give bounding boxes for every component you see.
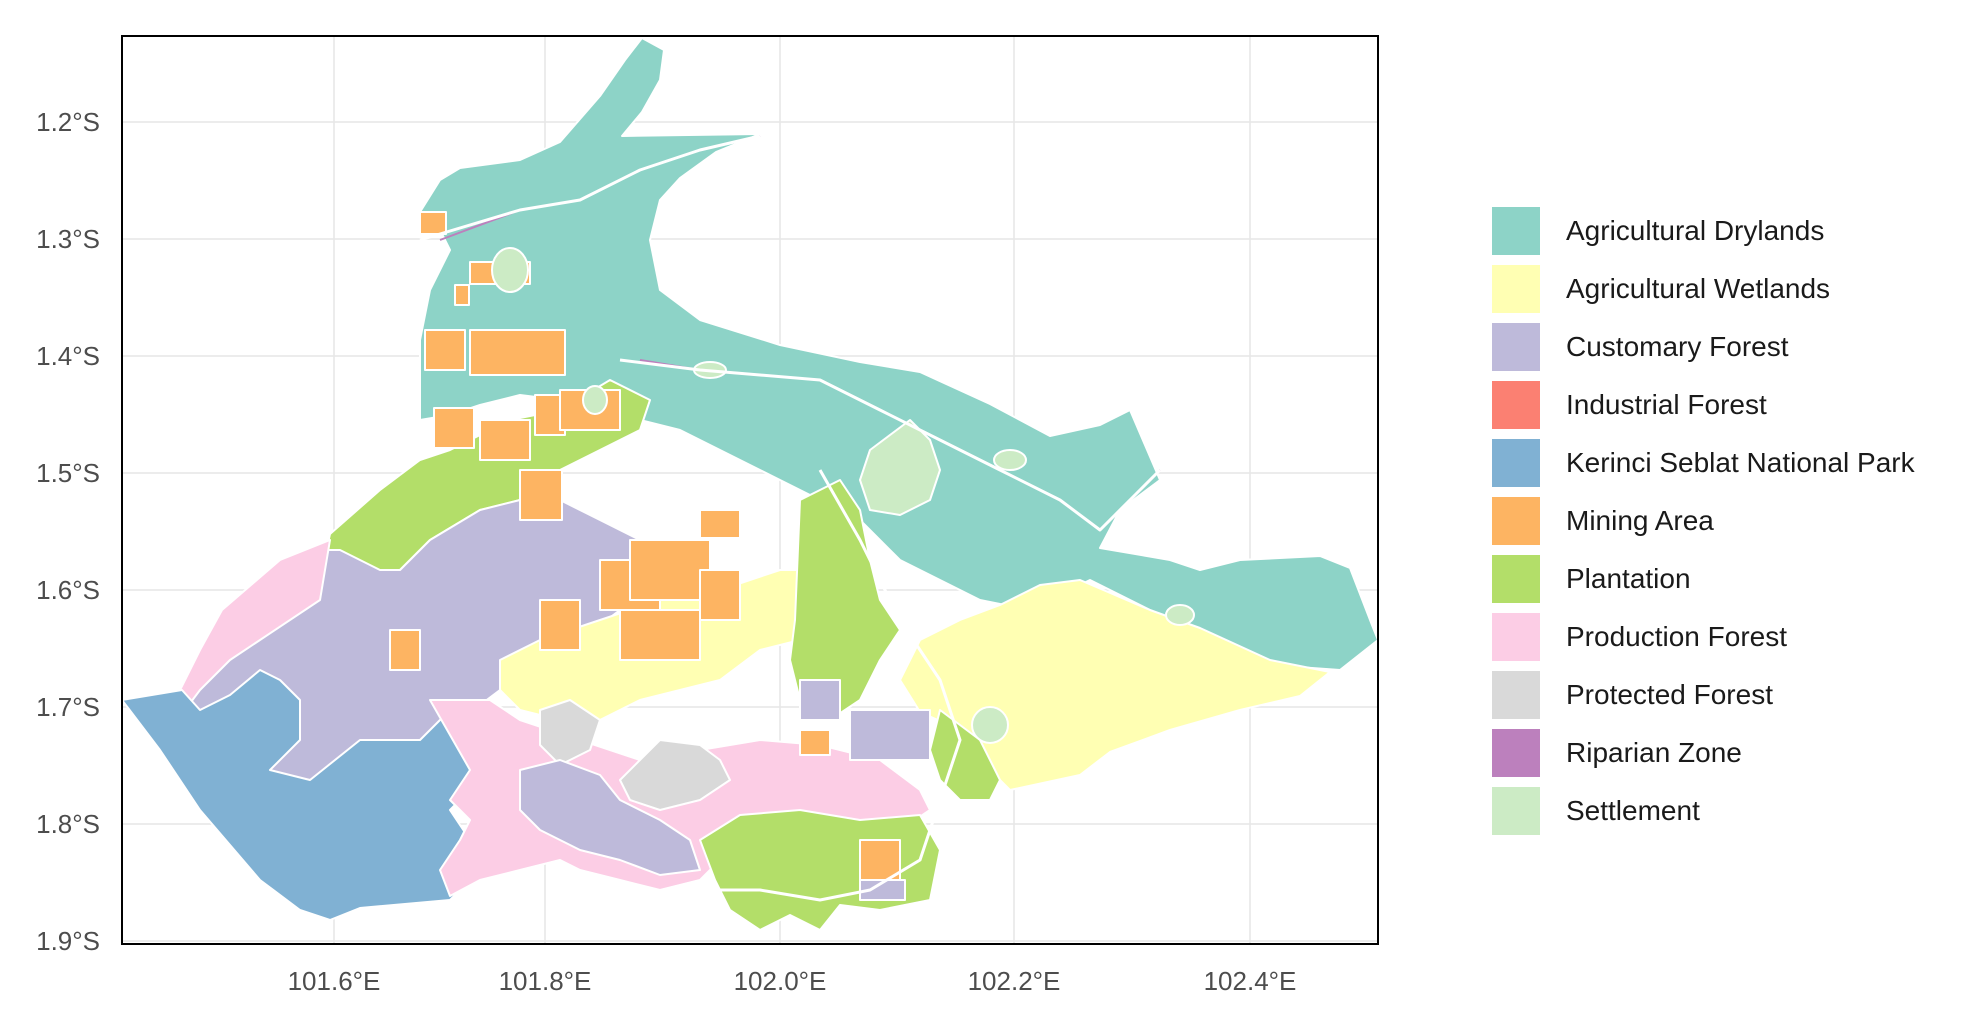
- y-tick-label: 1.4°S: [36, 341, 100, 371]
- x-tick-label: 102.0°E: [734, 966, 827, 996]
- legend-swatch: [1492, 265, 1540, 313]
- legend-label: Kerinci Seblat National Park: [1566, 447, 1915, 478]
- legend-label: Riparian Zone: [1566, 737, 1742, 768]
- x-tick-label: 102.4°E: [1204, 966, 1297, 996]
- legend-item: Kerinci Seblat National Park: [1492, 434, 1915, 492]
- legend-label: Customary Forest: [1566, 331, 1789, 362]
- x-tick-label: 101.8°E: [499, 966, 592, 996]
- legend-swatch: [1492, 323, 1540, 371]
- legend-item: Protected Forest: [1492, 666, 1915, 724]
- y-tick-label: 1.7°S: [36, 692, 100, 722]
- legend-item: Agricultural Wetlands: [1492, 260, 1915, 318]
- legend-swatch: [1492, 671, 1540, 719]
- y-tick-label: 1.3°S: [36, 224, 100, 254]
- customary-forest-fragment-2: [849, 709, 931, 761]
- land-use-polygons: [121, 37, 1379, 931]
- y-tick-label: 1.9°S: [36, 926, 100, 956]
- customary-forest-fragment-1: [799, 679, 841, 721]
- legend-item: Settlement: [1492, 782, 1915, 840]
- y-tick-label: 1.5°S: [36, 458, 100, 488]
- legend-swatch: [1492, 381, 1540, 429]
- y-tick-label: 1.6°S: [36, 575, 100, 605]
- legend-swatch: [1492, 787, 1540, 835]
- legend-swatch: [1492, 729, 1540, 777]
- y-axis: 1.2°S 1.3°S 1.4°S 1.5°S 1.6°S 1.7°S 1.8°…: [36, 107, 100, 956]
- legend-label: Protected Forest: [1566, 679, 1773, 710]
- legend-label: Industrial Forest: [1566, 389, 1767, 420]
- legend-swatch: [1492, 555, 1540, 603]
- y-tick-label: 1.8°S: [36, 809, 100, 839]
- x-tick-label: 101.6°E: [288, 966, 381, 996]
- legend-item: Riparian Zone: [1492, 724, 1915, 782]
- legend-label: Production Forest: [1566, 621, 1787, 652]
- legend-item: Production Forest: [1492, 608, 1915, 666]
- legend-item: Plantation: [1492, 550, 1915, 608]
- legend-swatch: [1492, 207, 1540, 255]
- legend-label: Settlement: [1566, 795, 1700, 826]
- legend-label: Agricultural Drylands: [1566, 215, 1825, 246]
- legend-item: Customary Forest: [1492, 318, 1915, 376]
- x-tick-label: 102.2°E: [968, 966, 1061, 996]
- legend-item: Mining Area: [1492, 492, 1915, 550]
- legend-swatch: [1492, 439, 1540, 487]
- legend-label: Plantation: [1566, 563, 1691, 594]
- legend-label: Mining Area: [1566, 505, 1714, 536]
- x-axis: 101.6°E 101.8°E 102.0°E 102.2°E 102.4°E: [288, 966, 1297, 996]
- legend-item: Industrial Forest: [1492, 376, 1915, 434]
- map-legend: Agricultural Drylands Agricultural Wetlan…: [1492, 202, 1915, 840]
- legend-swatch: [1492, 497, 1540, 545]
- y-tick-label: 1.2°S: [36, 107, 100, 137]
- legend-item: Agricultural Drylands: [1492, 202, 1915, 260]
- legend-swatch: [1492, 613, 1540, 661]
- legend-label: Agricultural Wetlands: [1566, 273, 1831, 304]
